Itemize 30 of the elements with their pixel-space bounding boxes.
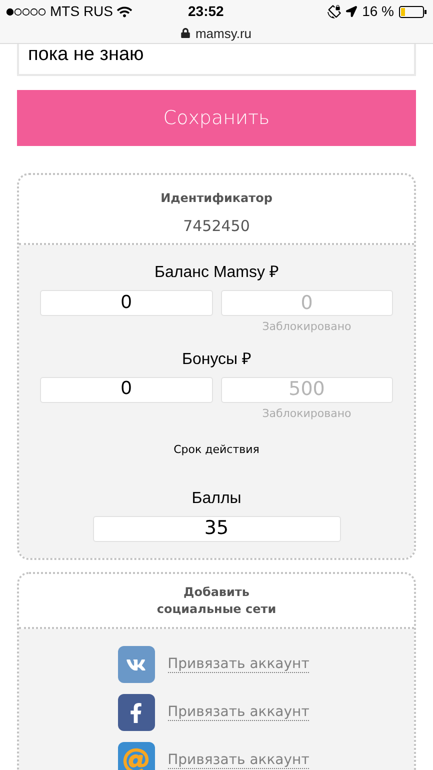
- number-field[interactable]: 0: [40, 376, 212, 402]
- points-title: Баллы: [192, 488, 242, 508]
- text-field[interactable]: пока не знаю: [17, 44, 416, 76]
- number-field[interactable]: 0: [40, 290, 212, 316]
- save-button[interactable]: Сохранить: [17, 90, 416, 146]
- vk-logo-icon[interactable]: [118, 646, 155, 683]
- rotation-lock-icon: [327, 4, 342, 19]
- battery-percent: 16 %: [362, 2, 394, 22]
- lock-icon: [181, 28, 190, 38]
- link-account-link[interactable]: Привязать аккаунт: [168, 656, 310, 673]
- battery-icon: [399, 6, 427, 18]
- identifier-value: 7452450: [183, 216, 250, 237]
- location-arrow-icon: [346, 6, 358, 18]
- link-account-link[interactable]: Привязать аккаунт: [168, 704, 310, 721]
- balance-title: Баланс Mamsy ₽: [154, 263, 278, 283]
- social-title: Добавить социальные сети: [156, 584, 276, 618]
- balance-title: Бонусы ₽: [182, 350, 251, 370]
- expiry-label: Срок действия: [174, 442, 260, 458]
- identifier-label: Идентификатор: [160, 190, 272, 207]
- carrier-name: MTS RUS: [50, 2, 113, 22]
- locked-note: Заблокировано: [262, 319, 352, 335]
- clock-time: 23:52: [188, 2, 224, 22]
- signal-icon: [6, 8, 46, 16]
- points-field[interactable]: 35: [92, 516, 340, 542]
- facebook-logo-icon[interactable]: [118, 694, 155, 731]
- at-sign-icon[interactable]: [118, 742, 155, 770]
- wifi-icon: [117, 6, 132, 18]
- page-url: mamsy.ru: [195, 24, 252, 43]
- locked-note: Заблокировано: [262, 406, 352, 422]
- link-account-link[interactable]: Привязать аккаунт: [168, 752, 310, 769]
